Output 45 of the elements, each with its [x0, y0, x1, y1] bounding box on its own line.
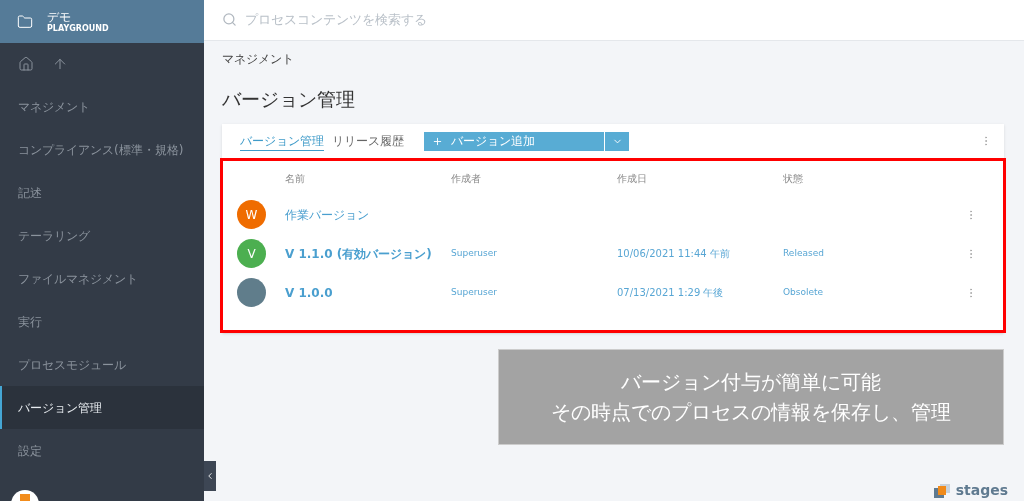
version-name[interactable]: V 1.1.0 (有効バージョン)	[285, 244, 451, 263]
tab[interactable]: リリース履歴	[332, 131, 404, 151]
avatar: W	[237, 200, 266, 229]
workspace-header[interactable]: デモ PLAYGROUND	[0, 0, 204, 43]
folder-icon	[17, 13, 33, 30]
caption-text: その時点でのプロセスの情報を保存し、管理	[551, 399, 951, 426]
sidebar-item[interactable]: 設定	[0, 429, 204, 472]
workspace-title: デモ	[47, 10, 72, 23]
column-header: 状態	[783, 171, 804, 186]
column-header: 名前	[285, 171, 306, 186]
sidebar-item[interactable]: マネジメント	[0, 85, 204, 128]
column-header: 作成日	[617, 171, 648, 186]
version-name[interactable]: V 1.0.0	[285, 283, 451, 302]
date-cell-text: 10/06/2021 11:44 午前	[617, 247, 731, 261]
dropdown-button[interactable]	[605, 131, 629, 151]
page-title: バージョン管理	[222, 86, 356, 112]
sidebar-item[interactable]: 実行	[0, 300, 204, 343]
avatar: V	[237, 239, 266, 268]
author-cell-text: Superuser	[451, 285, 498, 299]
plus-icon	[432, 135, 443, 147]
status-cell-text: Obsolete	[783, 285, 825, 299]
chevron-left-icon	[205, 471, 215, 481]
sidebar-item[interactable]: ファイルマネジメント	[0, 257, 204, 300]
collapse-sidebar-button[interactable]	[204, 461, 216, 491]
add-version-button[interactable]: バージョン追加	[424, 131, 604, 151]
status-cell-text: Released	[783, 246, 825, 260]
workspace-subtitle: PLAYGROUND	[47, 24, 109, 33]
sidebar-item[interactable]: 記述	[0, 171, 204, 214]
search-bar[interactable]: プロセスコンテンツを検索する	[204, 0, 1024, 41]
sidebar-item[interactable]: コンプライアンス(標準・規格)	[0, 128, 204, 171]
sidebar-item[interactable]: テーラリング	[0, 214, 204, 257]
breadcrumb[interactable]: マネジメント	[222, 51, 1006, 66]
sidebar-item[interactable]: バージョン管理	[0, 386, 204, 429]
version-name[interactable]: 作業バージョン	[285, 205, 451, 224]
stages-logo-icon	[933, 483, 950, 498]
search-field[interactable]: プロセスコンテンツを検索する	[245, 10, 1006, 30]
column-header: 作成者	[451, 171, 482, 186]
date-cell-text: 07/13/2021 1:29 午後	[617, 286, 725, 300]
author-cell-text: Superuser	[451, 246, 498, 260]
sidebar-item[interactable]: プロセスモジュール	[0, 343, 204, 386]
tab[interactable]: バージョン管理	[240, 131, 324, 151]
brand-name: stages	[955, 481, 1008, 500]
search-icon	[222, 12, 237, 28]
home-icon[interactable]	[18, 56, 34, 72]
caption-text: バージョン付与が簡単に可能	[621, 369, 881, 396]
